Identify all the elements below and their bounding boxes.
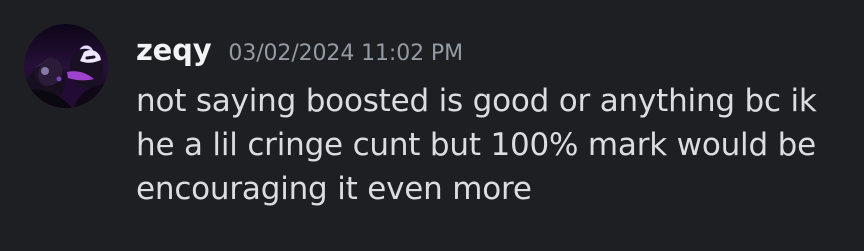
message-text: not saying boosted is good or anything b…	[136, 79, 844, 211]
avatar[interactable]	[24, 24, 108, 108]
timestamp[interactable]: 03/02/2024 11:02 PM	[228, 33, 463, 75]
avatar-image-icon	[24, 48, 108, 108]
chat-message: zeqy 03/02/2024 11:02 PM not saying boos…	[0, 0, 864, 251]
message-line: encouraging it even more	[136, 171, 532, 207]
message-header: zeqy 03/02/2024 11:02 PM	[136, 29, 463, 71]
message-line: not saying boosted is good or anything b…	[136, 83, 817, 119]
message-line: he a lil cringe cunt but 100% mark would…	[136, 127, 816, 163]
username[interactable]: zeqy	[136, 29, 212, 71]
